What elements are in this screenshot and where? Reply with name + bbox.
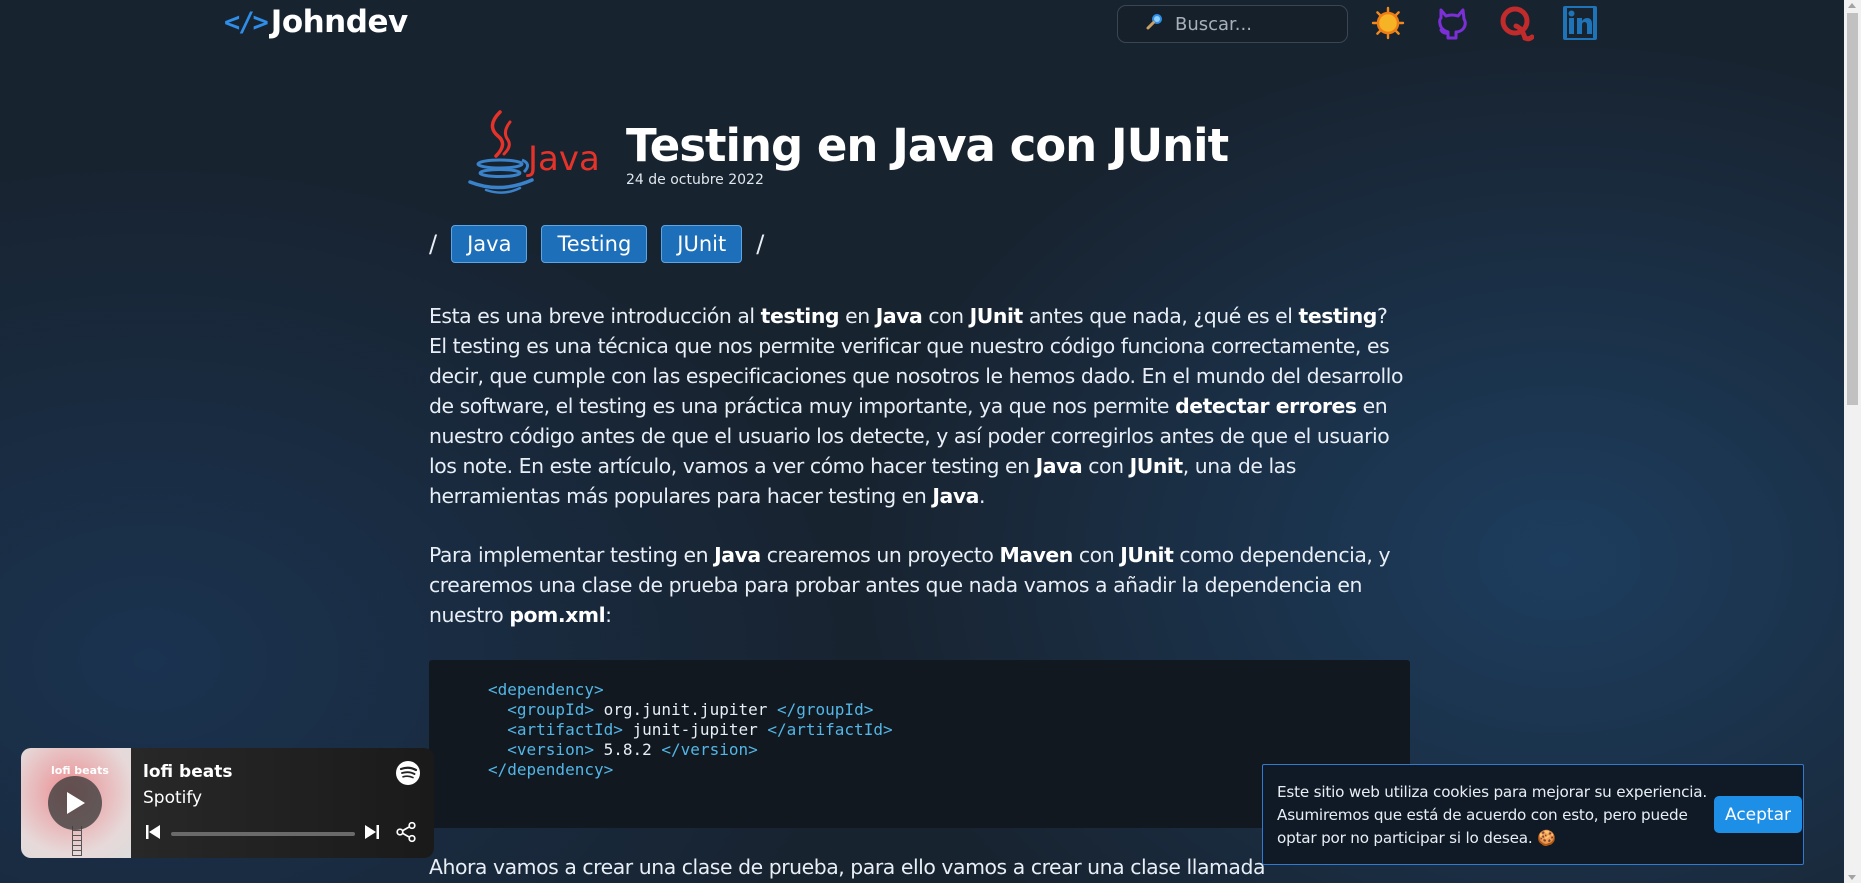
text-run: Ahora vamos a crear una clase de prueba,… xyxy=(429,855,1265,879)
tag-separator: / xyxy=(429,230,438,258)
bold-term: detectar errores xyxy=(1175,394,1357,418)
maven-paragraph: Para implementar testing en Java crearem… xyxy=(429,540,1410,630)
intro-paragraph: Esta es una breve introducción al testin… xyxy=(429,301,1410,511)
code-brackets-icon: </> xyxy=(224,6,269,38)
code-line: <artifactId> junit-jupiter </artifactId> xyxy=(488,720,1410,740)
share-icon xyxy=(396,821,416,843)
bold-term: pom.xml xyxy=(509,603,606,627)
site-header: </> Johndev xyxy=(0,0,1844,50)
title-block: Testing en Java con JUnit 24 de octubre … xyxy=(626,108,1229,189)
album-cover-title: lofi beats xyxy=(51,764,109,777)
scroll-down-arrow-icon[interactable] xyxy=(1848,875,1856,880)
track-artist[interactable]: Spotify xyxy=(143,788,202,808)
accept-cookies-button[interactable]: Aceptar xyxy=(1714,796,1802,833)
bold-term: JUnit xyxy=(1120,543,1174,567)
spotify-icon[interactable] xyxy=(395,760,421,791)
text-run: con xyxy=(1082,454,1130,478)
code-line: <groupId> org.junit.jupiter </groupId> xyxy=(488,700,1410,720)
site-logo[interactable]: </> Johndev xyxy=(224,4,408,40)
xml-text xyxy=(488,740,507,759)
text-run: con xyxy=(922,304,970,328)
bold-term: Java xyxy=(875,304,923,328)
tag-java[interactable]: Java xyxy=(451,225,528,263)
text-run: en xyxy=(839,304,876,328)
progress-bar[interactable] xyxy=(171,832,355,836)
text-run: . xyxy=(978,484,986,508)
theme-sun-icon[interactable] xyxy=(1369,3,1407,43)
cookie-message: Este sitio web utiliza cookies para mejo… xyxy=(1277,783,1708,847)
xml-tag: </dependency> xyxy=(488,760,614,779)
scrollbar-thumb[interactable] xyxy=(1847,13,1858,405)
play-button[interactable] xyxy=(48,776,102,830)
track-title[interactable]: lofi beats xyxy=(143,762,232,782)
spotify-player: lofi beats lofi beats Spotify xyxy=(21,748,434,858)
bold-term: Maven xyxy=(999,543,1073,567)
xml-text xyxy=(488,700,507,719)
text-run: : xyxy=(605,603,612,627)
github-icon[interactable] xyxy=(1433,3,1471,43)
text-run: con xyxy=(1072,543,1121,567)
next-track-button[interactable] xyxy=(364,823,380,846)
java-logo-icon: Java xyxy=(468,110,600,194)
text-run: Para implementar testing en xyxy=(429,543,715,567)
xml-text: 5.8.2 xyxy=(593,740,662,759)
skip-back-icon xyxy=(146,825,160,839)
article: Java Testing en Java con JUnit 24 de oct… xyxy=(429,108,1410,879)
search-box[interactable] xyxy=(1117,5,1348,43)
xml-tag: </groupId> xyxy=(777,700,874,719)
xml-text: org.junit.jupiter xyxy=(593,700,777,719)
code-line: <version> 5.8.2 </version> xyxy=(488,740,1410,760)
tag-testing[interactable]: Testing xyxy=(541,225,648,263)
bold-term: JUnit xyxy=(969,304,1024,328)
bold-term: testing xyxy=(760,304,840,328)
tag-list: / Java Testing JUnit / xyxy=(429,225,764,263)
album-cover: lofi beats xyxy=(21,748,131,858)
article-header: Java Testing en Java con JUnit 24 de oct… xyxy=(429,108,1410,200)
site-name: Johndev xyxy=(270,4,408,40)
skip-forward-icon xyxy=(365,825,379,839)
bold-term: Java xyxy=(714,543,761,567)
code-line: <dependency> xyxy=(488,680,1410,700)
xml-tag: <groupId> xyxy=(507,700,594,719)
page-title: Testing en Java con JUnit xyxy=(626,119,1229,172)
search-icon xyxy=(1145,12,1165,37)
xml-tag: </artifactId> xyxy=(767,720,893,739)
previous-track-button[interactable] xyxy=(145,823,161,846)
bold-term: JUnit xyxy=(1129,454,1184,478)
tag-separator: / xyxy=(756,230,765,258)
bold-term: Java xyxy=(932,484,979,508)
bold-term: testing xyxy=(1298,304,1378,328)
post-date: 24 de octubre 2022 xyxy=(626,172,764,188)
quora-icon[interactable] xyxy=(1497,3,1535,43)
bold-term: Java xyxy=(1035,454,1083,478)
scroll-up-arrow-icon[interactable] xyxy=(1848,3,1856,8)
cookie-banner: Este sitio web utiliza cookies para mejo… xyxy=(1262,764,1804,865)
share-button[interactable] xyxy=(395,821,417,848)
java-logo-text: Java xyxy=(526,139,600,179)
text-run: crearemos un proyecto xyxy=(760,543,1000,567)
tag-junit[interactable]: JUnit xyxy=(661,225,743,263)
xml-tag: </version> xyxy=(661,740,758,759)
page-scrollbar[interactable] xyxy=(1844,0,1861,883)
play-icon xyxy=(67,792,85,814)
xml-tag: <dependency> xyxy=(488,680,604,699)
text-run: Esta es una breve introducción al xyxy=(429,304,761,328)
text-run: antes que nada, ¿qué es el xyxy=(1022,304,1299,328)
xml-tag: <version> xyxy=(507,740,594,759)
xml-text xyxy=(488,720,507,739)
linkedin-icon[interactable] xyxy=(1561,3,1599,43)
cover-ladder xyxy=(72,826,82,856)
xml-tag: <artifactId> xyxy=(507,720,623,739)
xml-text: junit-jupiter xyxy=(622,720,768,739)
search-input[interactable] xyxy=(1175,13,1335,35)
